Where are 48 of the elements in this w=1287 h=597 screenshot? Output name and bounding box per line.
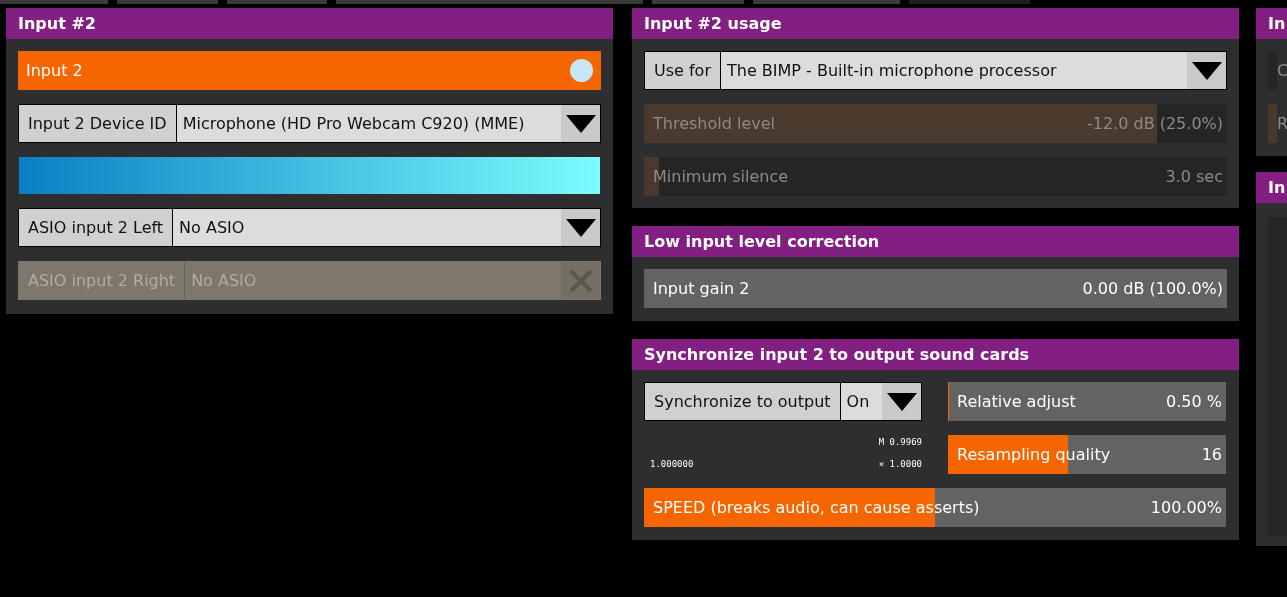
dropdown-label: Synchronize to output <box>645 383 841 420</box>
slider-label: R <box>1277 113 1287 135</box>
dropdown-value[interactable]: No ASIO <box>173 209 600 246</box>
slider[interactable]: Input gain 2 0.00 dB (100.0%) <box>644 269 1227 308</box>
dropdown[interactable]: Use for The BIMP - Built-in microphone processor <box>644 51 1227 90</box>
dropdown[interactable]: Synchronize to output On <box>644 382 922 421</box>
slider[interactable]: Relative adjust 0.50 % <box>948 382 1226 421</box>
panel-title: Input #2 <box>6 8 613 39</box>
dropdown-arrow-icon <box>565 114 596 133</box>
slider-label: Input gain 2 <box>653 278 750 300</box>
panel-title: Synchronize input 2 to output sound cards <box>632 339 1239 370</box>
dropdown-arrow-icon <box>565 218 596 237</box>
slider-reading: 16 <box>1201 444 1222 466</box>
dropdown-arrow-icon <box>886 392 917 411</box>
dropdown-value[interactable]: Microphone (HD Pro Webcam C920) (MME) <box>176 105 600 142</box>
dropdown-value[interactable]: On <box>840 383 921 420</box>
dropdown[interactable]: Input 2 Device ID Microphone (HD Pro Webcam C920) (MME) <box>18 104 601 143</box>
multiplier-value: × 1.0000 <box>878 459 922 469</box>
slider-label: Threshold level <box>653 113 775 135</box>
close-icon <box>568 268 593 293</box>
slider-reading: 3.0 sec <box>1165 166 1223 188</box>
dropdown-label: Use for <box>645 52 721 89</box>
panel-title: In <box>1256 172 1287 203</box>
measured-ratio: M 0.9969 <box>878 437 922 447</box>
dropdown-label: Input 2 Device ID <box>19 105 177 142</box>
tab-strip[interactable] <box>652 0 744 4</box>
tab-strip[interactable] <box>336 0 643 4</box>
toggle-knob <box>570 59 593 82</box>
tab-strip[interactable] <box>753 0 900 4</box>
tab-strip[interactable] <box>227 0 327 4</box>
dropdown-label: ASIO input 2 Left <box>19 209 174 246</box>
panel-title: In <box>1256 8 1287 39</box>
tab-strip[interactable] <box>117 0 218 4</box>
slider-reading: 100.00% <box>1150 497 1222 519</box>
tab-strip[interactable] <box>0 0 108 4</box>
panel-title: Low input level correction <box>632 226 1239 257</box>
slider-label: C <box>1277 60 1287 82</box>
dropdown-arrow-icon <box>1191 61 1222 80</box>
slider-label: Relative adjust <box>957 391 1076 413</box>
slider-reading: -12.0 dB (25.0%) <box>1087 113 1223 135</box>
panel-title: Input #2 usage <box>632 8 1239 39</box>
slider-label: Minimum silence <box>653 166 789 188</box>
ratio-value: 1.000000 <box>650 459 694 469</box>
dropdown[interactable]: ASIO input 2 Left No ASIO <box>18 208 601 247</box>
slider-reading: 0.00 dB (100.0%) <box>1082 278 1223 300</box>
slider-reading: 0.50 % <box>1166 391 1222 413</box>
toggle-bar[interactable]: Input 2 <box>18 51 601 90</box>
dropdown-value[interactable]: The BIMP - Built-in microphone processor <box>721 52 1226 89</box>
